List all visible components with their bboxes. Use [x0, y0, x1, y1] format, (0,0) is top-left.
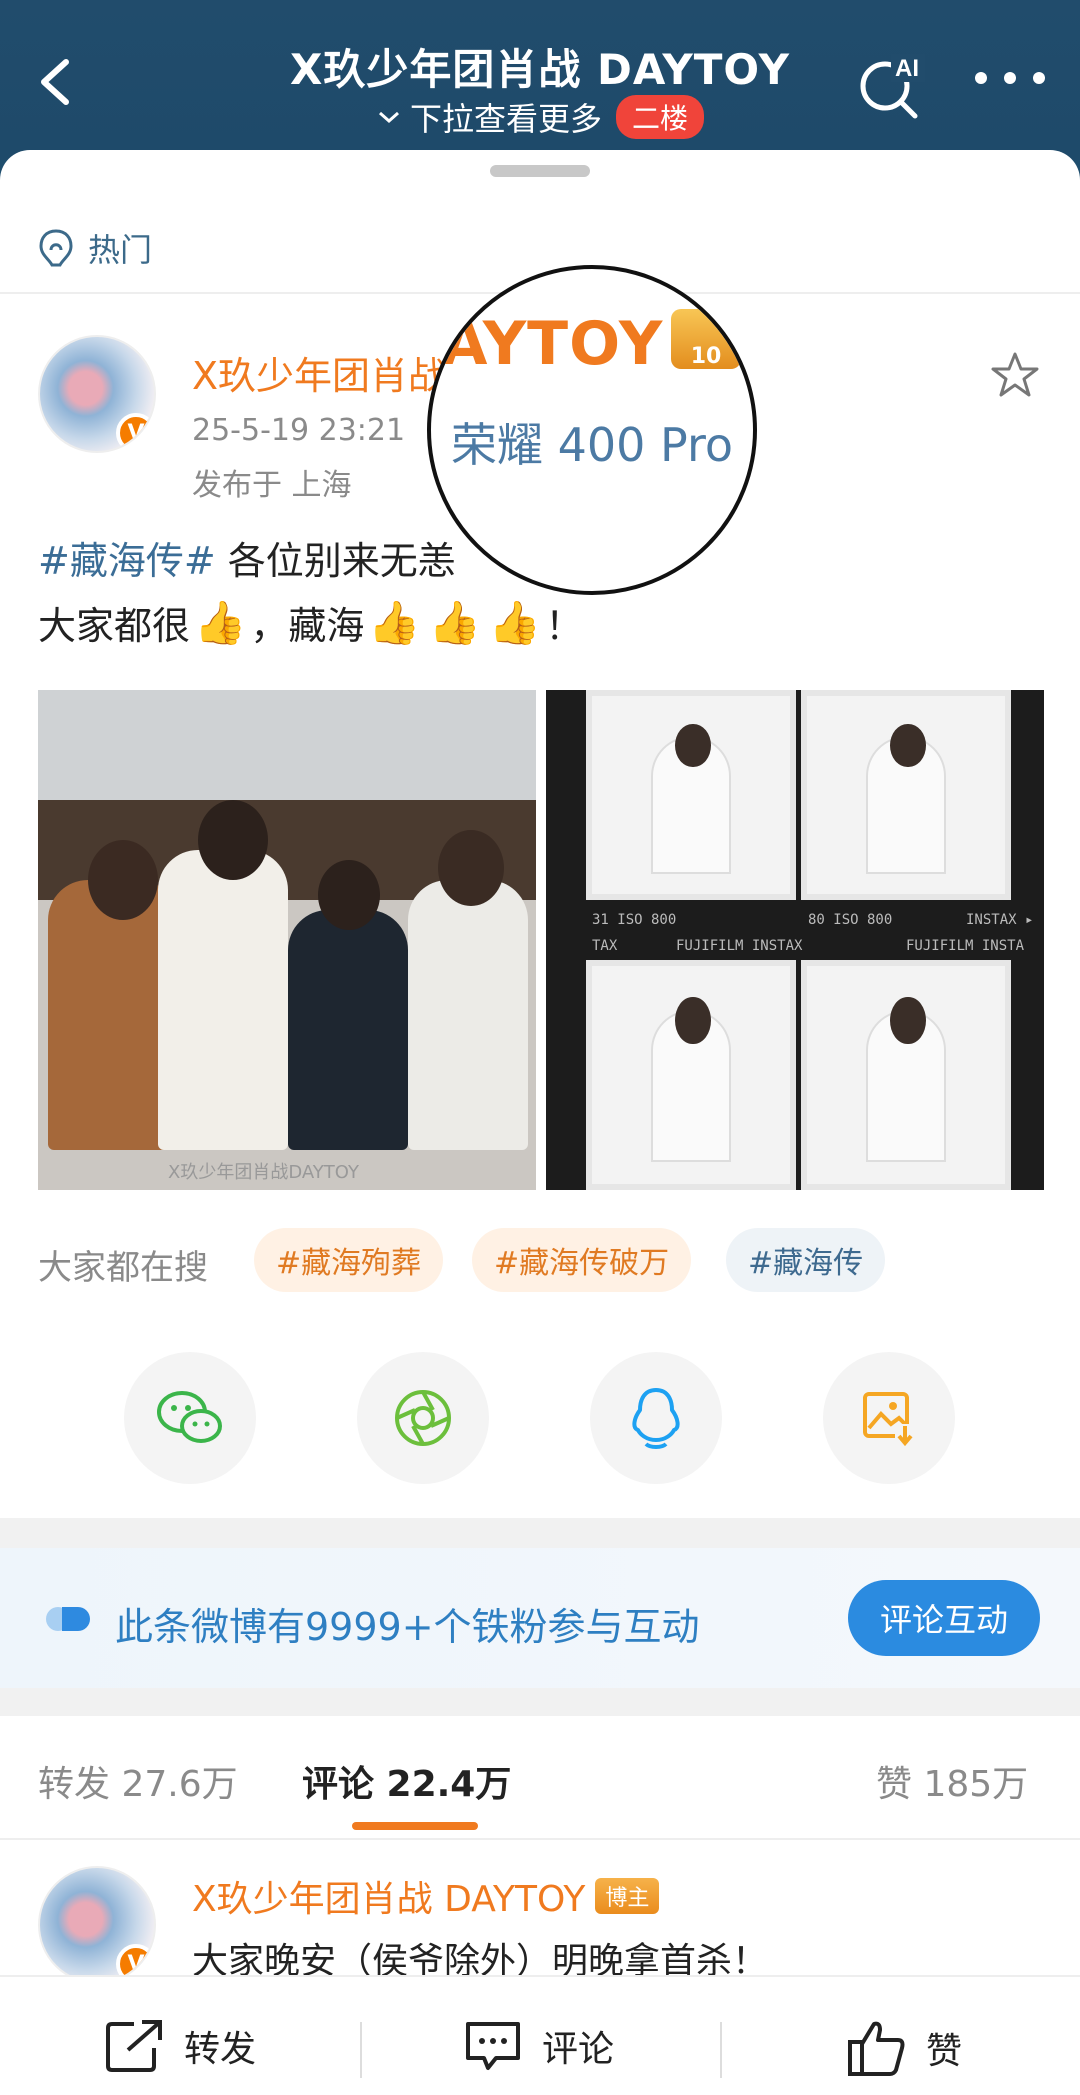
tab-reposts[interactable]: 转发 27.6万	[38, 1755, 238, 1807]
comment-avatar[interactable]: V	[38, 1866, 156, 1984]
comment-button[interactable]: 评论	[462, 2018, 614, 2074]
search-chip[interactable]: #藏海殉葬	[254, 1228, 444, 1292]
thumbs-up-emoji: 👍	[368, 597, 421, 647]
qq-penguin-icon	[632, 1388, 680, 1449]
repost-button[interactable]: 转发	[104, 2018, 256, 2074]
moments-aperture-icon	[395, 1390, 451, 1446]
repost-icon	[106, 2020, 162, 2072]
share-moments-button[interactable]	[357, 1352, 489, 1484]
like-button[interactable]: 赞	[846, 2018, 962, 2078]
sheet-grabber[interactable]	[490, 165, 590, 177]
divider	[720, 2022, 722, 2078]
post-timestamp: 25-5-19 23:21	[192, 413, 406, 448]
blogger-badge: 博主	[595, 1878, 660, 1914]
share-qq-button[interactable]	[590, 1352, 722, 1484]
chevron-down-icon	[378, 111, 399, 124]
search-chip[interactable]: #藏海传破万	[472, 1228, 692, 1292]
post-text-mid: ，藏海	[250, 604, 365, 648]
hashtag-link[interactable]: #藏海传#	[38, 539, 216, 583]
search-trending-label: 大家都在搜	[38, 1248, 208, 1288]
hot-icon	[39, 229, 73, 267]
post-text-line1: #藏海传# 各位别来无恙	[38, 530, 456, 585]
comment-label: 评论	[542, 2029, 615, 2070]
film-label: TAX	[592, 938, 618, 954]
search-chip[interactable]: #藏海传	[726, 1228, 886, 1292]
pull-down-label: 下拉查看更多	[409, 100, 602, 138]
like-label: 赞	[926, 2031, 963, 2072]
repost-label: 转发	[184, 2029, 257, 2070]
second-floor-badge[interactable]: 二楼	[616, 95, 705, 139]
save-image-icon	[863, 1392, 915, 1447]
comment-icon	[466, 2022, 520, 2070]
thumbs-up-emoji: 👍	[488, 597, 542, 647]
ai-search-icon[interactable]: AI	[855, 50, 925, 120]
fan-badge-icon	[46, 1607, 90, 1631]
more-options-icon[interactable]	[975, 72, 1045, 96]
favorite-star-icon[interactable]	[990, 350, 1040, 400]
section-spacer	[0, 1518, 1080, 1548]
comment-author-name: X玖少年团肖战 DAYTOY	[192, 1879, 586, 1920]
post-location: 发布于 上海	[192, 468, 352, 503]
hot-label: 热门	[88, 231, 153, 269]
avatar[interactable]: V	[38, 335, 156, 453]
divider	[0, 1838, 1080, 1840]
magnified-level-badge: 10	[671, 309, 741, 369]
hot-section-header[interactable]: 热门	[38, 225, 152, 271]
magnified-device-label: 荣耀 400 Pro	[451, 418, 734, 472]
film-label: 31 ISO 800	[592, 912, 677, 928]
post-text-rest: 各位别来无恙	[215, 539, 456, 583]
fan-interaction-text: 此条微博有9999+个铁粉参与互动	[115, 1605, 700, 1649]
film-label: FUJIFILM INSTAX	[676, 938, 803, 954]
post-photo-2[interactable]: 31 ISO 800 80 ISO 800 INSTAX ▸ FUJIFILM …	[546, 690, 1044, 1190]
share-wechat-button[interactable]	[124, 1352, 256, 1484]
verified-icon: V	[116, 413, 154, 451]
save-image-button[interactable]	[823, 1352, 955, 1484]
comment-interaction-button[interactable]: 评论互动	[848, 1580, 1040, 1656]
tab-comments[interactable]: 评论 22.4万	[302, 1755, 511, 1807]
divider	[360, 2022, 362, 2078]
wechat-icon	[157, 1391, 222, 1443]
section-spacer	[0, 1688, 1080, 1716]
ai-label: AI	[895, 55, 919, 82]
active-tab-indicator	[352, 1822, 478, 1830]
magnifier-overlay: AYTOY 10 荣耀 400 Pro	[427, 265, 757, 595]
photo-watermark: X玖少年团肖战DAYTOY	[168, 1162, 359, 1183]
film-label: 80 ISO 800	[808, 912, 893, 928]
thumbs-up-emoji: 👍	[428, 597, 481, 647]
film-label: INSTAX ▸	[966, 912, 1034, 928]
post-text-end: ！	[545, 604, 584, 648]
film-label: FUJIFILM INSTA	[906, 938, 1025, 954]
magnified-author-name: AYTOY	[441, 309, 664, 379]
thumbs-up-icon	[848, 2021, 905, 2076]
post-text-start: 大家都很	[38, 604, 191, 648]
post-text-line2: 大家都很 👍 ，藏海 👍 👍 👍 ！	[38, 595, 583, 650]
thumbs-up-emoji: 👍	[194, 597, 247, 647]
comment-author[interactable]: X玖少年团肖战 DAYTOY 博主	[192, 1870, 660, 1922]
post-photo-1[interactable]: X玖少年团肖战DAYTOY	[38, 690, 536, 1190]
tab-likes[interactable]: 赞 185万	[876, 1755, 1028, 1807]
